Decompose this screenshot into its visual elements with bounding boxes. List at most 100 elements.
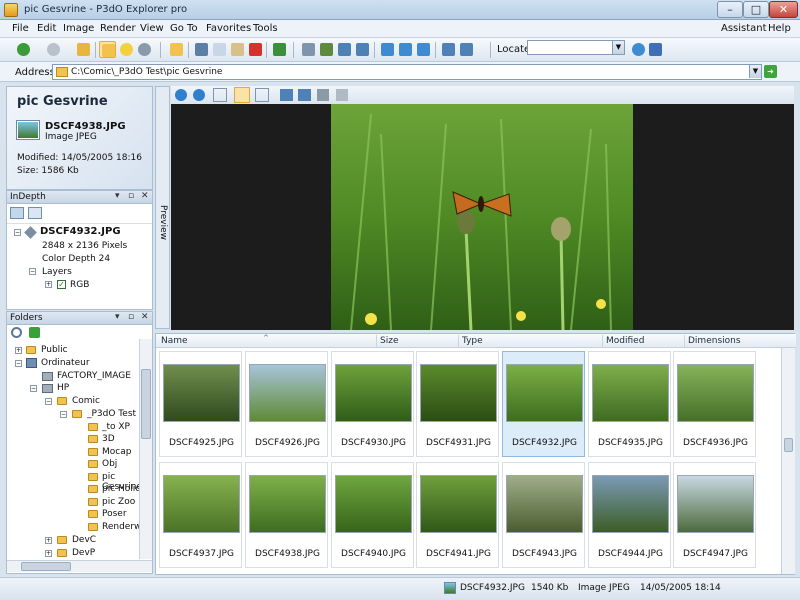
menu-image[interactable]: Image <box>63 23 94 34</box>
thumbnail-item[interactable]: DSCF4941.JPG <box>416 462 499 568</box>
search-icon[interactable] <box>136 41 153 58</box>
cut-icon[interactable] <box>193 41 210 58</box>
folder-hp[interactable]: HP <box>57 383 69 393</box>
thumbnail-item[interactable]: DSCF4925.JPG <box>159 351 242 457</box>
folders-vertical-scrollbar[interactable] <box>139 339 152 559</box>
details-view-icon[interactable] <box>415 41 432 58</box>
scroll-thumb[interactable] <box>784 438 793 452</box>
paste-icon[interactable] <box>229 41 246 58</box>
expander-icon[interactable]: − <box>60 411 67 418</box>
folders-horizontal-scrollbar[interactable] <box>7 560 152 572</box>
minimize-button[interactable]: – <box>717 1 743 18</box>
rotate-left-icon[interactable] <box>336 41 353 58</box>
expander-icon[interactable]: − <box>15 360 22 367</box>
folder-p3do-test[interactable]: _P3dO Test <box>87 409 136 419</box>
expander-icon[interactable]: + <box>15 347 22 354</box>
thumbnail-item[interactable]: DSCF4931.JPG <box>416 351 499 457</box>
expander-icon[interactable]: − <box>30 385 37 392</box>
folder-mocap[interactable]: Mocap <box>102 447 131 457</box>
indepth-file[interactable]: DSCF4932.JPG <box>40 226 121 237</box>
expander-icon[interactable]: − <box>29 268 36 275</box>
print-icon[interactable] <box>336 89 348 101</box>
folder-to-xp[interactable]: _to XP <box>102 422 130 432</box>
thumbnail-item[interactable]: DSCF4943.JPG <box>502 462 585 568</box>
menu-help[interactable]: Help <box>768 23 791 34</box>
folder-devp[interactable]: DevP <box>72 548 95 558</box>
column-size[interactable]: Size <box>380 336 398 346</box>
expander-icon[interactable]: − <box>14 229 21 236</box>
locate-go-icon[interactable] <box>630 41 647 58</box>
locate-options-icon[interactable] <box>647 41 664 58</box>
folder-comic[interactable]: Comic <box>72 396 100 406</box>
column-modified[interactable]: Modified <box>606 336 644 346</box>
menu-favorites[interactable]: Favorites <box>206 23 251 34</box>
menu-goto[interactable]: Go To <box>170 23 198 34</box>
panel-close-icon[interactable]: ✕ <box>141 312 149 322</box>
thumbnail-item[interactable]: DSCF4932.JPG <box>502 351 585 457</box>
fit-icon[interactable] <box>213 88 227 102</box>
menu-tools[interactable]: Tools <box>253 23 278 34</box>
receive-icon[interactable] <box>458 41 475 58</box>
folder-factory-image[interactable]: FACTORY_IMAGE <box>57 371 131 381</box>
locate-input[interactable]: ▼ <box>527 40 625 55</box>
autohide-icon[interactable]: ▫ <box>128 191 134 201</box>
close-button[interactable]: ✕ <box>769 1 798 18</box>
next-icon[interactable] <box>193 89 205 101</box>
menu-render[interactable]: Render <box>100 23 136 34</box>
column-dimensions[interactable]: Dimensions <box>688 336 741 346</box>
folder-renderware[interactable]: Renderware <box>102 522 140 532</box>
scroll-thumb[interactable] <box>141 369 151 439</box>
pin-icon[interactable]: ▾ <box>115 191 120 201</box>
delete-icon[interactable] <box>247 41 264 58</box>
locate-dropdown-icon[interactable]: ▼ <box>612 41 624 54</box>
refresh-icon[interactable] <box>29 327 40 338</box>
move-to-icon[interactable] <box>271 41 288 58</box>
folders-toggle-icon[interactable] <box>99 41 116 58</box>
pin-icon[interactable]: ▾ <box>115 312 120 322</box>
back-icon[interactable] <box>15 41 32 58</box>
autohide-icon[interactable]: ▫ <box>128 312 134 322</box>
column-type[interactable]: Type <box>462 336 483 346</box>
image-view-icon[interactable] <box>318 41 335 58</box>
indepth-view1-icon[interactable] <box>10 207 24 219</box>
folder-public[interactable]: Public <box>41 345 68 355</box>
menu-edit[interactable]: Edit <box>37 23 56 34</box>
indepth-view2-icon[interactable] <box>28 207 42 219</box>
address-go-icon[interactable]: ➜ <box>764 65 777 78</box>
thumbnail-item[interactable]: DSCF4938.JPG <box>245 462 328 568</box>
search-icon[interactable] <box>11 327 22 338</box>
folder-ordinateur[interactable]: Ordinateur <box>41 358 90 368</box>
thumbnail-item[interactable]: DSCF4944.JPG <box>588 462 671 568</box>
menu-assistant[interactable]: Assistant <box>721 23 767 34</box>
menu-view[interactable]: View <box>140 23 164 34</box>
expander-icon[interactable]: + <box>45 537 52 544</box>
actual-size-icon[interactable] <box>234 87 250 103</box>
checkbox-icon[interactable]: ✓ <box>57 280 66 289</box>
expander-icon[interactable]: + <box>45 281 52 288</box>
folder-obj[interactable]: Obj <box>102 459 117 469</box>
new-folder-icon[interactable] <box>168 41 185 58</box>
address-field[interactable]: C:\Comic\_P3dO Test\pic Gesvrine ▼ <box>52 64 762 80</box>
menu-file[interactable]: File <box>12 23 29 34</box>
thumbnails-icon[interactable] <box>300 41 317 58</box>
up-folder-icon[interactable] <box>75 41 92 58</box>
send-icon[interactable] <box>440 41 457 58</box>
expander-icon[interactable]: − <box>45 398 52 405</box>
expander-icon[interactable]: + <box>45 550 52 557</box>
folder-3d[interactable]: 3D <box>102 434 115 444</box>
list-view-icon[interactable] <box>397 41 414 58</box>
folder-devc[interactable]: DevC <box>72 535 96 545</box>
forward-icon[interactable] <box>45 41 62 58</box>
maximize-button[interactable]: □ <box>743 1 769 18</box>
thumbnail-item[interactable]: DSCF4940.JPG <box>331 462 414 568</box>
favorites-star-icon[interactable] <box>118 41 135 58</box>
thumbnail-item[interactable]: DSCF4947.JPG <box>673 462 756 568</box>
copy-icon[interactable] <box>211 41 228 58</box>
rotate-right-icon[interactable] <box>354 41 371 58</box>
scroll-thumb[interactable] <box>21 562 71 571</box>
refresh-icon[interactable] <box>379 41 396 58</box>
preview-side-tab[interactable]: Preview <box>155 86 170 329</box>
thumbnail-item[interactable]: DSCF4937.JPG <box>159 462 242 568</box>
save-icon[interactable] <box>317 89 329 101</box>
rotate-right-icon[interactable] <box>298 89 311 101</box>
